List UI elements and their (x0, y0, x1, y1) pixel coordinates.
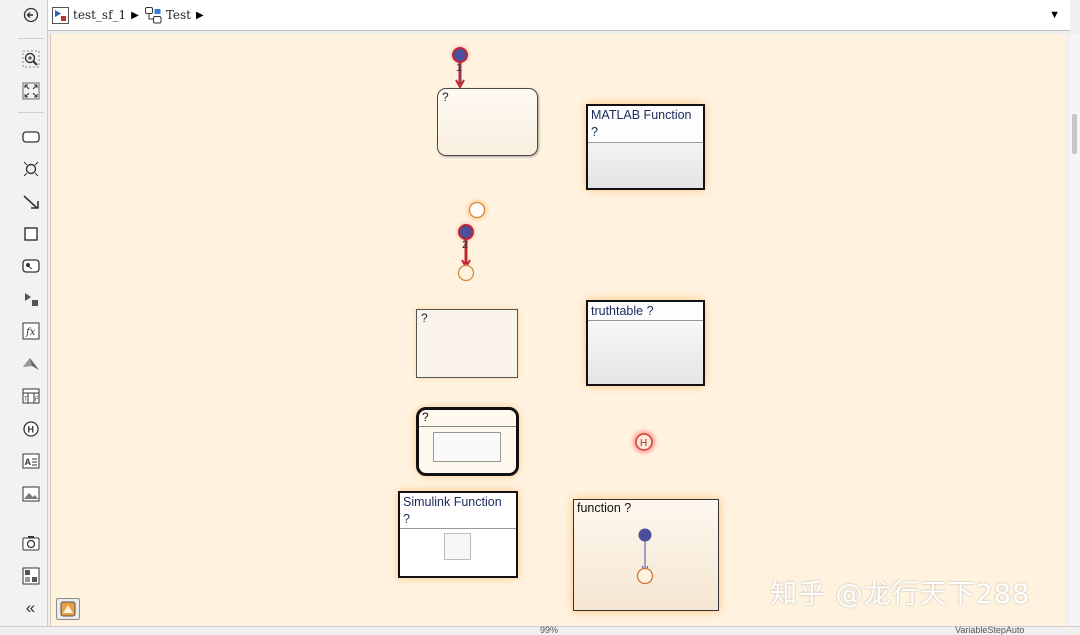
breadcrumb-item-chart[interactable]: Test (144, 6, 191, 24)
watermark: 知乎 @龙行天下288 (770, 579, 1031, 610)
model-icon (52, 6, 69, 24)
chart-icon (144, 6, 162, 23)
history-junction[interactable]: H (633, 431, 655, 453)
breadcrumb-item-model[interactable]: test_sf_1 (52, 6, 127, 24)
screenshot-icon[interactable] (20, 532, 41, 553)
connective-junction[interactable] (467, 200, 487, 220)
junction-icon[interactable] (468, 201, 486, 219)
default-junction-icon[interactable] (452, 47, 468, 63)
status-bar: 99% VariableStepAuto (0, 625, 1080, 635)
transition-label: 1 (456, 62, 462, 74)
collapse-icon[interactable]: « (20, 597, 41, 618)
truth-table-icon[interactable]: TF (20, 385, 41, 406)
breadcrumb-separator-icon[interactable]: ▶ (196, 10, 204, 21)
junction-icon[interactable] (457, 264, 475, 282)
svg-text:fx: fx (25, 327, 36, 338)
svg-text:H: H (27, 424, 34, 434)
svg-text:T: T (24, 397, 28, 403)
history-junction-icon: H (640, 438, 647, 449)
default-junction-icon[interactable] (458, 224, 474, 240)
junction-icon[interactable] (20, 158, 41, 179)
left-toolbar: fx TF H A « (0, 0, 48, 635)
svg-text:A: A (24, 457, 31, 467)
state-icon[interactable] (20, 126, 41, 147)
chevron-down-icon[interactable]: ▼ (1049, 9, 1060, 21)
breadcrumb-label: test_sf_1 (73, 8, 127, 22)
vertical-scrollbar[interactable] (1069, 34, 1080, 626)
library-icon[interactable] (20, 565, 41, 586)
default-transition-icon[interactable] (20, 255, 41, 276)
graphical-function-icon[interactable]: fx (20, 320, 41, 341)
history-junction-icon[interactable]: H (20, 418, 41, 439)
hide-show-icon (60, 601, 76, 617)
transition-2[interactable]: 2 (457, 224, 475, 282)
default-transition-1[interactable]: 1 (452, 47, 468, 90)
box-icon[interactable] (20, 223, 41, 244)
annotation-icon[interactable]: A (20, 450, 41, 471)
stateflow-editor: fx TF H A « test_sf_1 ▶ Test ▶ ▼ ? MATLA… (0, 0, 1080, 635)
transition-icon[interactable] (20, 191, 41, 212)
breadcrumb: test_sf_1 ▶ Test ▶ ▼ (48, 0, 1070, 31)
solver-status: VariableStepAuto (955, 625, 1025, 635)
view-marks-button[interactable] (56, 598, 80, 620)
fit-view-icon[interactable] (20, 80, 41, 101)
zoom-icon[interactable] (20, 48, 41, 69)
chart-canvas[interactable]: ? MATLAB Function ? ? truthtable ? ? Sim… (50, 34, 1066, 626)
transition-label: 2 (462, 239, 468, 251)
scrollbar-thumb[interactable] (1072, 114, 1077, 154)
junction-icon[interactable] (636, 567, 654, 585)
zoom-level: 99% (540, 625, 559, 635)
transitions-layer: 1 2 H (452, 47, 655, 585)
matlab-function-icon[interactable] (20, 353, 41, 374)
back-icon[interactable] (20, 4, 41, 25)
svg-text:F: F (35, 397, 39, 403)
default-junction-icon[interactable] (638, 528, 652, 542)
breadcrumb-label: Test (165, 8, 191, 22)
function-flow[interactable] (636, 528, 654, 585)
image-icon[interactable] (20, 483, 41, 504)
breadcrumb-separator-icon[interactable]: ▶ (131, 10, 139, 21)
simulink-state-icon[interactable] (20, 288, 41, 309)
